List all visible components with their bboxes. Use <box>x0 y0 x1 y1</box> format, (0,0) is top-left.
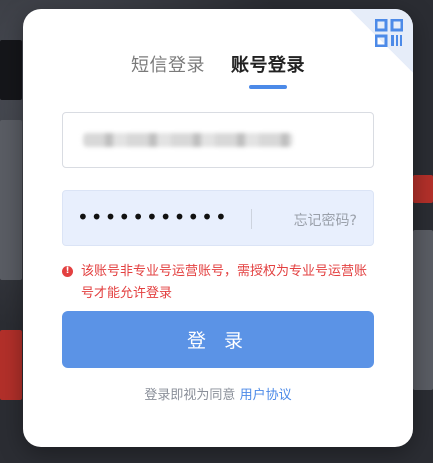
background-shape <box>413 175 433 203</box>
exclamation-circle-icon: ! <box>62 266 73 277</box>
background-shape <box>413 230 433 390</box>
tab-account-login[interactable]: 账号登录 <box>231 51 305 89</box>
background-shape <box>0 40 22 100</box>
forgot-password-link[interactable]: 忘记密码? <box>294 210 357 230</box>
password-value: ••••••••••• <box>77 205 229 229</box>
user-agreement-link[interactable]: 用户协议 <box>240 388 292 403</box>
qr-code-icon <box>375 19 403 47</box>
account-value-blurred <box>83 133 293 147</box>
error-message: ! 该账号非专业号运营账号，需授权为专业号运营账号才能允许登录 <box>62 261 377 305</box>
agreement-prefix: 登录即视为同意 <box>144 388 236 403</box>
password-input[interactable]: ••••••••••• 忘记密码? <box>62 190 374 246</box>
login-tabs: 短信登录 账号登录 <box>23 51 413 89</box>
error-text: 该账号非专业号运营账号，需授权为专业号运营账号才能允许登录 <box>81 264 368 301</box>
background-shape <box>0 120 22 280</box>
tab-sms-login[interactable]: 短信登录 <box>131 51 205 89</box>
background-shape <box>0 330 22 400</box>
agreement-notice: 登录即视为同意 用户协议 <box>23 384 413 403</box>
account-input[interactable] <box>62 112 374 168</box>
login-button[interactable]: 登 录 <box>62 311 374 368</box>
login-dialog: 短信登录 账号登录 ••••••••••• 忘记密码? ! 该账号非专业号运营账… <box>23 9 413 447</box>
divider <box>251 209 252 229</box>
